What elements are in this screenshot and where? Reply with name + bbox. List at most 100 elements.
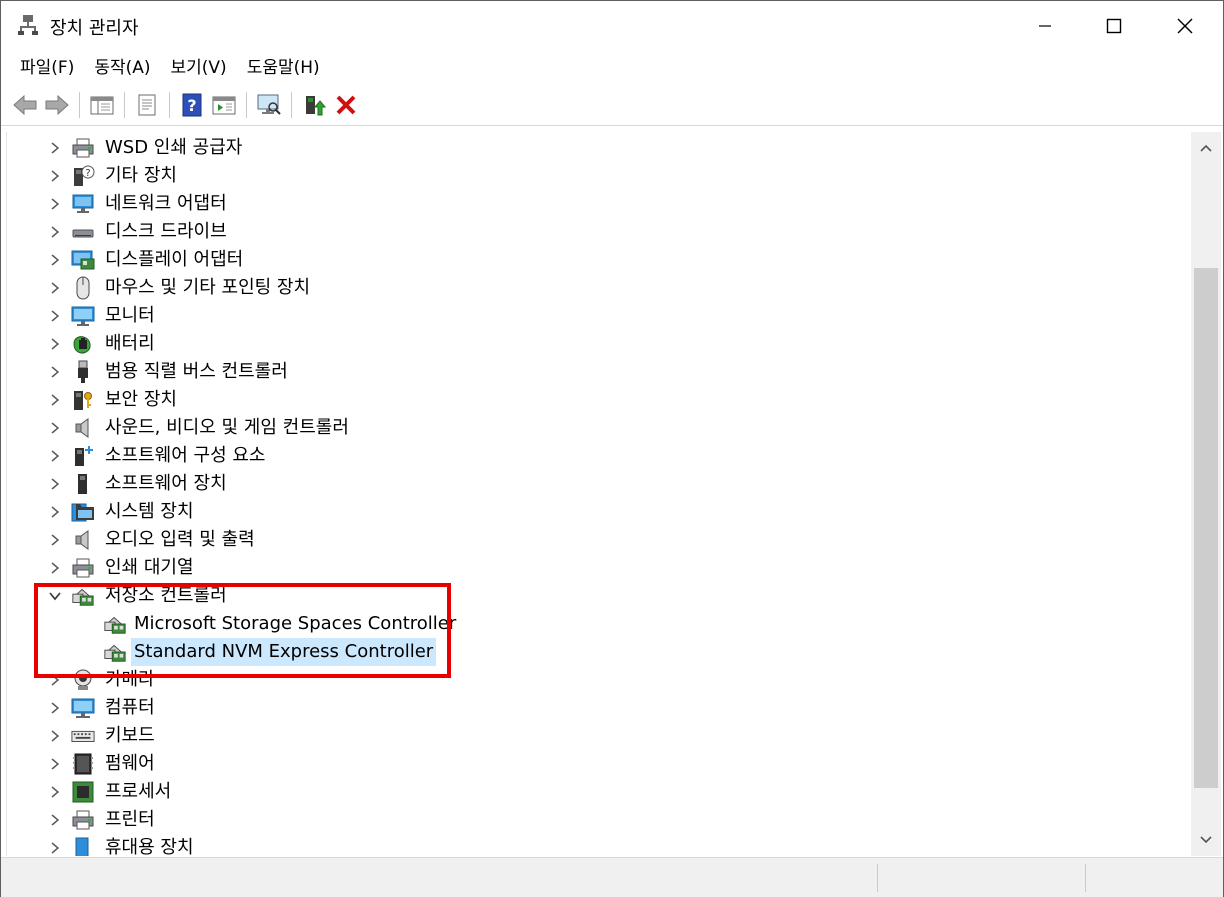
tree-category-11[interactable]: 소프트웨어 구성 요소 xyxy=(7,442,1192,470)
tree-category-label: 마우스 및 기타 포인팅 장치 xyxy=(105,277,311,298)
expand-toggle[interactable] xyxy=(47,806,63,834)
chevron-down-icon xyxy=(1200,836,1212,844)
tree-category-9[interactable]: 보안 장치 xyxy=(7,386,1192,414)
maximize-button[interactable] xyxy=(1079,1,1149,51)
expand-toggle[interactable] xyxy=(47,442,63,470)
collapse-toggle[interactable] xyxy=(47,582,63,610)
back-button[interactable] xyxy=(9,90,41,120)
action-pane-button[interactable] xyxy=(208,90,240,120)
firmware-icon xyxy=(71,752,95,776)
tree-category-19[interactable]: 키보드 xyxy=(7,722,1192,750)
expand-toggle[interactable] xyxy=(47,834,63,856)
tree-category-17[interactable]: 카메라 xyxy=(7,666,1192,694)
expand-toggle[interactable] xyxy=(47,358,63,386)
expand-toggle[interactable] xyxy=(47,302,63,330)
tree-category-8[interactable]: 범용 직렬 버스 컨트롤러 xyxy=(7,358,1192,386)
tree-category-7[interactable]: 배터리 xyxy=(7,330,1192,358)
tree-category-label: 디스크 드라이브 xyxy=(105,221,227,242)
menu-view[interactable]: 보기(V) xyxy=(161,51,237,85)
chevron-right-icon xyxy=(51,534,60,546)
mouse-icon xyxy=(71,276,95,300)
back-arrow-icon xyxy=(13,94,37,116)
show-hide-console-tree-button[interactable] xyxy=(86,90,118,120)
scroll-up-button[interactable] xyxy=(1191,132,1221,164)
forward-button[interactable] xyxy=(41,90,73,120)
tree-category-label: 인쇄 대기열 xyxy=(105,557,194,578)
update-driver-button[interactable] xyxy=(298,90,330,120)
chevron-right-icon xyxy=(51,198,60,210)
menu-file[interactable]: 파일(F) xyxy=(10,51,84,85)
menu-help[interactable]: 도움말(H) xyxy=(237,51,330,85)
tree-category-14[interactable]: 오디오 입력 및 출력 xyxy=(7,526,1192,554)
tree-category-12[interactable]: 소프트웨어 장치 xyxy=(7,470,1192,498)
uninstall-device-button[interactable] xyxy=(330,90,362,120)
tree-category-22[interactable]: 프린터 xyxy=(7,806,1192,834)
properties-button[interactable] xyxy=(131,90,163,120)
tree-category-4[interactable]: 디스플레이 어댑터 xyxy=(7,246,1192,274)
expand-toggle[interactable] xyxy=(47,190,63,218)
scroll-thumb[interactable] xyxy=(1194,268,1218,788)
tree-category-label: 시스템 장치 xyxy=(105,501,194,522)
expand-toggle[interactable] xyxy=(47,134,63,162)
chevron-right-icon xyxy=(51,366,60,378)
tree-category-0[interactable]: WSD 인쇄 공급자 xyxy=(7,134,1192,162)
expand-toggle[interactable] xyxy=(47,162,63,190)
close-button[interactable] xyxy=(1150,1,1220,51)
expand-toggle[interactable] xyxy=(47,386,63,414)
tree-category-20[interactable]: 펌웨어 xyxy=(7,750,1192,778)
expand-toggle[interactable] xyxy=(47,554,63,582)
storage-controller-icon xyxy=(103,640,127,664)
expand-toggle[interactable] xyxy=(47,218,63,246)
storage-controller-icon xyxy=(71,584,95,608)
expand-toggle[interactable] xyxy=(47,750,63,778)
toolbar: ? xyxy=(1,85,1223,126)
tree-category-3[interactable]: 디스크 드라이브 xyxy=(7,218,1192,246)
tree-category-label: 휴대용 장치 xyxy=(105,837,194,856)
tree-category-13[interactable]: 시스템 장치 xyxy=(7,498,1192,526)
expand-toggle[interactable] xyxy=(47,470,63,498)
tree-category-5[interactable]: 마우스 및 기타 포인팅 장치 xyxy=(7,274,1192,302)
minimize-button[interactable] xyxy=(1010,1,1080,51)
expand-toggle[interactable] xyxy=(47,414,63,442)
expand-toggle[interactable] xyxy=(47,330,63,358)
tree-category-6[interactable]: 모니터 xyxy=(7,302,1192,330)
update-driver-icon xyxy=(306,96,326,116)
chevron-up-icon xyxy=(1200,144,1212,152)
vertical-scrollbar[interactable] xyxy=(1191,132,1221,856)
expand-toggle[interactable] xyxy=(47,694,63,722)
scroll-down-button[interactable] xyxy=(1191,824,1221,856)
expand-toggle[interactable] xyxy=(47,526,63,554)
camera-icon xyxy=(71,668,95,692)
menu-action[interactable]: 동작(A) xyxy=(84,51,160,85)
tree-category-15[interactable]: 인쇄 대기열 xyxy=(7,554,1192,582)
chevron-right-icon xyxy=(51,814,60,826)
speaker-icon xyxy=(71,416,95,440)
chevron-right-icon xyxy=(51,478,60,490)
display-adapter-icon xyxy=(71,248,95,272)
tree-category-23[interactable]: 휴대용 장치 xyxy=(7,834,1192,856)
tree-category-21[interactable]: 프로세서 xyxy=(7,778,1192,806)
tree-category-16[interactable]: 저장소 컨트롤러 xyxy=(7,582,1192,610)
scan-monitor-icon xyxy=(257,94,281,115)
expand-toggle[interactable] xyxy=(47,274,63,302)
expand-toggle[interactable] xyxy=(47,246,63,274)
chevron-right-icon xyxy=(51,450,60,462)
device-tree: WSD 인쇄 공급자? 기타 장치 네트워크 어댑터디스크 드라이브디스플레이 어댑… xyxy=(6,132,1192,856)
tree-category-label: 컴퓨터 xyxy=(105,697,155,718)
tree-category-10[interactable]: 사운드, 비디오 및 게임 컨트롤러 xyxy=(7,414,1192,442)
tree-category-label: 프린터 xyxy=(105,809,155,830)
tree-category-2[interactable]: 네트워크 어댑터 xyxy=(7,190,1192,218)
tree-category-18[interactable]: 컴퓨터 xyxy=(7,694,1192,722)
expand-toggle[interactable] xyxy=(47,498,63,526)
scan-hardware-button[interactable] xyxy=(253,90,285,120)
tree-device-item[interactable]: Standard NVM Express Controller xyxy=(7,638,1192,666)
chevron-right-icon xyxy=(51,338,60,350)
tree-device-item[interactable]: Microsoft Storage Spaces Controller xyxy=(7,610,1192,638)
expand-toggle[interactable] xyxy=(47,722,63,750)
expand-toggle[interactable] xyxy=(47,778,63,806)
security-device-icon xyxy=(71,388,95,412)
printer-icon xyxy=(71,556,95,580)
tree-category-1[interactable]: ? 기타 장치 xyxy=(7,162,1192,190)
expand-toggle[interactable] xyxy=(47,666,63,694)
help-button[interactable]: ? xyxy=(176,90,208,120)
